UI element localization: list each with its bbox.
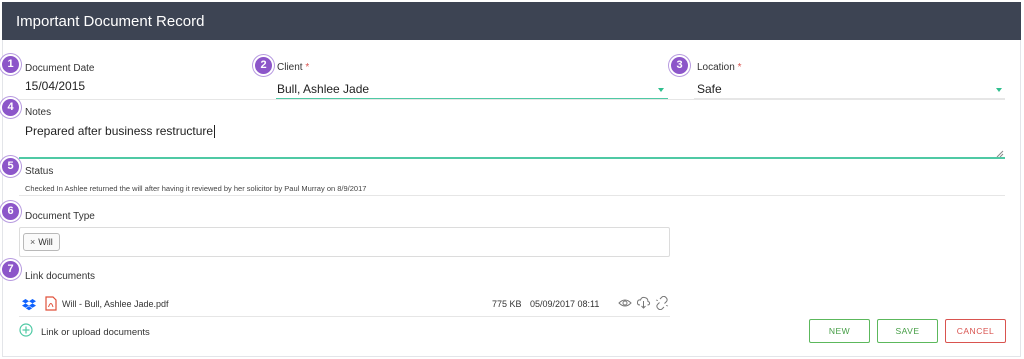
status-divider bbox=[19, 195, 1005, 196]
cloud-download-icon[interactable] bbox=[636, 296, 651, 309]
pdf-file-icon bbox=[45, 296, 57, 311]
dropdown-arrow-icon[interactable] bbox=[996, 88, 1002, 92]
status-label: Status bbox=[25, 166, 54, 177]
step-badge-3: 3 bbox=[669, 55, 690, 76]
step-badge-4: 4 bbox=[0, 97, 21, 118]
eye-icon[interactable] bbox=[618, 298, 632, 308]
linked-document-row: Will - Bull, Ashlee Jade.pdf 775 KB 05/0… bbox=[19, 294, 670, 316]
panel-title: Important Document Record bbox=[16, 13, 205, 30]
cancel-button[interactable]: CANCEL bbox=[945, 319, 1006, 343]
client-label: Client * bbox=[277, 62, 310, 73]
document-file-date: 05/09/2017 08:11 bbox=[530, 299, 600, 309]
location-label: Location * bbox=[697, 62, 742, 73]
document-date-label: Document Date bbox=[25, 63, 95, 74]
notes-textarea[interactable]: Prepared after business restructure bbox=[25, 124, 216, 139]
dropbox-icon bbox=[22, 299, 36, 311]
unlink-icon[interactable] bbox=[655, 296, 669, 310]
step-badge-1: 1 bbox=[0, 54, 21, 75]
save-button[interactable]: SAVE bbox=[877, 319, 938, 343]
client-select[interactable]: Bull, Ashlee Jade bbox=[277, 82, 369, 96]
step-badge-5: 5 bbox=[0, 156, 21, 177]
step-badge-7: 7 bbox=[0, 259, 21, 280]
document-date-field[interactable]: 15/04/2015 bbox=[25, 79, 85, 93]
document-type-input[interactable]: × Will bbox=[19, 227, 670, 257]
required-mark: * bbox=[737, 62, 742, 73]
notes-label: Notes bbox=[25, 107, 52, 118]
tag-remove-icon[interactable]: × bbox=[30, 237, 35, 247]
step-badge-6: 6 bbox=[0, 201, 21, 222]
link-documents-label: Link documents bbox=[25, 271, 96, 282]
row-divider bbox=[19, 99, 1005, 100]
document-type-tag: × Will bbox=[23, 233, 60, 251]
add-circle-icon[interactable] bbox=[19, 323, 33, 337]
document-file-link[interactable]: Will - Bull, Ashlee Jade.pdf bbox=[62, 299, 169, 309]
document-type-label: Document Type bbox=[25, 211, 95, 222]
document-row-divider bbox=[19, 316, 670, 317]
notes-underline bbox=[19, 157, 1005, 159]
link-or-upload-button[interactable]: Link or upload documents bbox=[41, 327, 150, 338]
tag-label: Will bbox=[38, 237, 53, 247]
location-select[interactable]: Safe bbox=[697, 82, 722, 96]
document-file-size: 775 KB bbox=[492, 299, 522, 309]
text-caret bbox=[214, 125, 216, 139]
status-value: Checked In Ashlee returned the will afte… bbox=[25, 184, 367, 193]
new-button[interactable]: NEW bbox=[809, 319, 870, 343]
step-badge-2: 2 bbox=[253, 55, 274, 76]
dropdown-arrow-icon[interactable] bbox=[658, 88, 664, 92]
panel-header: Important Document Record bbox=[2, 2, 1021, 40]
required-mark: * bbox=[305, 62, 310, 73]
